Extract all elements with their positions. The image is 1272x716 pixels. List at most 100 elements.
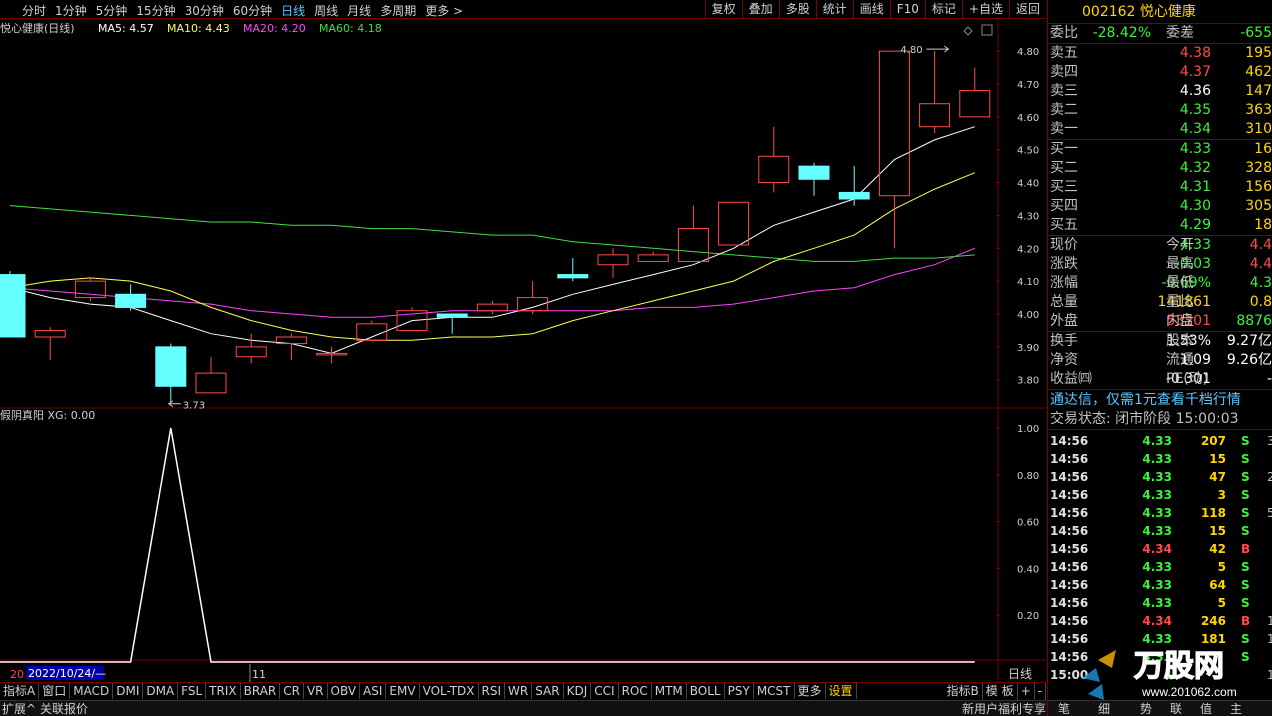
stat-label: 涨幅 [1050, 275, 1078, 291]
date-cut-label: 20 [10, 668, 24, 681]
tick-direction: S [1241, 434, 1250, 448]
indicator-tab[interactable]: MCST [754, 683, 795, 699]
tool-button[interactable]: 复权 [704, 0, 742, 19]
indicator-tab[interactable]: VR [304, 683, 328, 699]
indicator-tab[interactable]: BOLL [687, 683, 725, 699]
timeframe-tab[interactable]: 1分钟 [55, 2, 87, 19]
sells-price: 4.36 [1179, 83, 1211, 99]
tool-button[interactable]: F10 [889, 0, 925, 19]
template-tab[interactable]: 模 板 [983, 683, 1018, 700]
tool-button[interactable]: 统计 [815, 0, 853, 19]
timeframe-tab[interactable]: 30分钟 [185, 2, 224, 19]
expand-toggle[interactable]: 扩展^ [2, 702, 36, 716]
y-tick-label: 4.20 [1017, 244, 1039, 255]
buys-label: 买五 [1050, 217, 1078, 233]
promo-banner[interactable]: 通达信，仅需1元查看千档行情 [1048, 389, 1272, 409]
indicator-tab[interactable]: 更多 [795, 683, 826, 699]
candle [798, 162, 830, 196]
template-tab[interactable]: - [1035, 683, 1046, 700]
candle [838, 166, 870, 206]
tick-volume: 42 [1209, 542, 1226, 556]
indicator-tab[interactable]: PSY [725, 683, 754, 699]
ma5-line [9, 126, 975, 354]
chart-menu-icon [981, 24, 993, 36]
stat-value: 0.8 [1249, 294, 1272, 310]
indicator-tab[interactable]: SAR [532, 683, 564, 699]
tick-volume: 64 [1209, 578, 1226, 592]
tick-volume: 5 [1217, 596, 1226, 610]
indicator-tab[interactable]: BRAR [241, 683, 281, 699]
indicator-tab[interactable]: MACD [70, 683, 114, 699]
indicator-tab[interactable]: FSL [178, 683, 207, 699]
kline-chart: 悦心健康(日线) MA5: 4.57 MA10: 4.43 MA20: 4.20 MA6… [0, 20, 1046, 682]
stat-label: 最低 [1166, 275, 1194, 291]
candle-body [758, 155, 790, 184]
tool-button[interactable]: 多股 [778, 0, 816, 19]
timeframe-tab[interactable]: 多周期 [380, 2, 416, 19]
timeframe-tab[interactable]: 更多 > [425, 2, 463, 19]
timeframe-tab[interactable]: 60分钟 [233, 2, 272, 19]
tick-count: 1 [1267, 612, 1272, 630]
timeframe-tab[interactable]: 日线 [281, 2, 305, 19]
template-tab[interactable]: 指标B [944, 683, 983, 700]
indicator-tab[interactable]: WR [505, 683, 533, 699]
template-tab[interactable]: + [1018, 683, 1035, 700]
tick-price: 4.34 [1142, 542, 1172, 556]
candle-body [959, 90, 991, 118]
candle-body [436, 313, 468, 318]
indicator-tab[interactable]: KDJ [564, 683, 592, 699]
stat-label: 量比 [1166, 294, 1194, 310]
indicator-tab[interactable]: DMA [143, 683, 179, 699]
tool-button[interactable]: 标记 [924, 0, 962, 19]
timeframe-tab[interactable]: 周线 [314, 2, 338, 19]
indicator-tab[interactable]: 设置 [826, 683, 857, 699]
stat-value: 4.4 [1249, 237, 1272, 253]
new-user-promo[interactable]: 新用户福利专享 [962, 702, 1046, 716]
indicator-tab[interactable]: ASI [360, 683, 387, 699]
indicator-tab[interactable]: 窗口 [39, 683, 71, 699]
indicator-tab[interactable]: VOL-TDX [420, 683, 479, 699]
indicator-tick-label: 0.20 [1017, 611, 1039, 622]
sells-label: 卖五 [1050, 45, 1078, 61]
fund-label: 换手 [1050, 333, 1078, 349]
indicator-tab[interactable]: TRIX [206, 683, 241, 699]
timeframe-tab[interactable]: 分时 [22, 2, 46, 19]
indicator-tab[interactable]: 指标A [0, 683, 40, 699]
indicator-tab[interactable]: MTM [652, 683, 687, 699]
ma20-line [9, 247, 975, 318]
indicator-tab[interactable]: DMI [113, 683, 144, 699]
tool-button[interactable]: 画线 [852, 0, 890, 19]
sells-volume: 195 [1245, 45, 1272, 61]
candle [919, 51, 951, 134]
sells-price: 4.34 [1179, 121, 1211, 137]
sells-volume: 147 [1245, 83, 1272, 99]
ma-legend-label: MA20: 4.20 [243, 22, 306, 35]
candle-body [677, 228, 709, 262]
indicator-tab[interactable]: EMV [386, 683, 420, 699]
indicator-tab[interactable]: RSI [479, 683, 506, 699]
sells-label: 卖一 [1050, 121, 1078, 137]
indicator-tab[interactable]: ROC [619, 683, 652, 699]
stat-label: 内盘 [1166, 313, 1194, 329]
stat-value: 4.3 [1249, 275, 1272, 291]
ma-legend-label: MA60: 4.18 [319, 22, 382, 35]
y-tick-label: 4.40 [1017, 179, 1039, 190]
candle-body [798, 165, 830, 180]
candle [115, 284, 147, 311]
indicator-tab[interactable]: CR [280, 683, 304, 699]
bid-book: 买一 4.33 16 买二 4.32 328 买三 4.31 156 买四 4.30 305 买五 4.2… [1048, 139, 1272, 235]
indicator-tab[interactable]: OBV [328, 683, 361, 699]
tool-button[interactable]: 返回 [1008, 0, 1046, 19]
timeframe-tab[interactable]: 月线 [347, 2, 371, 19]
timeframe-tab[interactable]: 5分钟 [96, 2, 128, 19]
indicator-tab[interactable]: CCI [591, 683, 619, 699]
tool-button[interactable]: 叠加 [741, 0, 779, 19]
date-label: 2022/10/24/— [28, 667, 106, 680]
stat-value: 8876 [1236, 313, 1272, 329]
candle [517, 281, 549, 314]
xg-signal-line [0, 427, 975, 663]
timeframe-tab[interactable]: 15分钟 [136, 2, 175, 19]
tick-price: 4.33 [1142, 560, 1172, 574]
related-quotes-link[interactable]: 关联报价 [40, 702, 88, 716]
tool-button[interactable]: +自选 [961, 0, 1009, 19]
